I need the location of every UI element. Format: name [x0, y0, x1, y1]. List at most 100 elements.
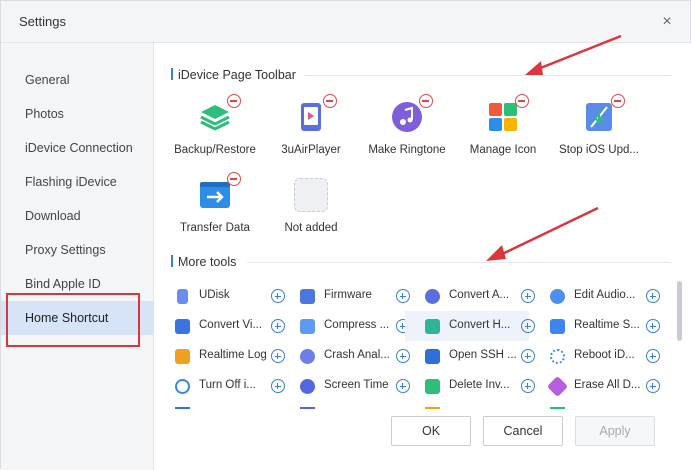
more-tool-label: Realtime Log — [199, 349, 267, 361]
more-tools-row: Turn Off i... Screen Time Delete Inv... … — [155, 371, 691, 401]
sidebar-item-proxy-settings[interactable]: Proxy Settings — [1, 233, 154, 267]
toolbar-section-title: iDevice Page Toolbar — [178, 68, 296, 82]
tool-label: Not added — [284, 222, 338, 234]
tool-make-ringtone[interactable]: Make Ringtone — [361, 94, 453, 170]
more-tool-open-ssh: Open SSH ... — [405, 341, 535, 371]
more-tool-convert-heic: Convert H... — [405, 311, 535, 341]
more-tool-label: Realtime S... — [574, 319, 640, 331]
crash-analysis-icon — [300, 349, 315, 364]
more-tool-turn-off-idevice: Turn Off i... — [155, 371, 285, 401]
terminal-icon — [425, 349, 440, 364]
power-icon — [175, 379, 190, 394]
more-tool-udisk: UDisk — [155, 281, 285, 311]
tool-stop-ios-update[interactable]: Stop iOS Upd... — [553, 94, 645, 170]
more-tool-label: Convert H... — [449, 319, 511, 331]
more-tool-firmware: Firmware — [280, 281, 410, 311]
more-tools-title: More tools — [178, 255, 237, 269]
remove-icon[interactable] — [227, 172, 241, 186]
more-tool-realtime-screen: Realtime S... — [530, 311, 660, 341]
more-tool-crash-analysis: Crash Anal... — [280, 341, 410, 371]
sidebar-item-photos[interactable]: Photos — [1, 97, 154, 131]
scrollbar-thumb[interactable] — [677, 281, 682, 341]
more-tool-label: Erase All D... — [574, 379, 641, 391]
edit-audio-icon — [550, 289, 565, 304]
add-icon[interactable] — [646, 379, 660, 393]
more-tool-label: Open SSH ... — [449, 349, 517, 361]
more-tool-label: Convert Vi... — [199, 319, 263, 331]
annotation-arrow — [486, 206, 599, 261]
more-tool-label: Reboot iD... — [574, 349, 635, 361]
tool-manage-icon[interactable]: Manage Icon — [457, 94, 549, 170]
add-icon[interactable] — [646, 289, 660, 303]
apply-button[interactable]: Apply — [575, 416, 655, 446]
ok-button[interactable]: OK — [391, 416, 471, 446]
toolbar-section-heading: iDevice Page Toolbar — [171, 68, 296, 84]
more-tools-heading: More tools — [171, 255, 236, 271]
settings-window: Settings × General Photos iDevice Connec… — [0, 0, 691, 470]
section-divider — [247, 262, 671, 263]
realtime-screen-icon — [550, 319, 565, 334]
clock-icon — [300, 379, 315, 394]
usb-icon — [177, 289, 188, 304]
tool-label: 3uAirPlayer — [281, 144, 341, 156]
tool-label: Manage Icon — [469, 144, 537, 156]
remove-icon[interactable] — [611, 94, 625, 108]
remove-icon[interactable] — [515, 94, 529, 108]
tablet-play-icon — [301, 103, 321, 131]
more-tool-label: UDisk — [199, 289, 230, 301]
annotation-arrow — [525, 34, 622, 75]
grid-tiles-icon — [489, 103, 517, 131]
remove-icon[interactable] — [227, 94, 241, 108]
tool-transfer-data[interactable]: Transfer Data — [169, 172, 261, 248]
tool-label: Transfer Data — [180, 222, 250, 234]
window-title: Settings — [19, 14, 66, 29]
add-icon[interactable] — [646, 349, 660, 363]
remove-icon[interactable] — [323, 94, 337, 108]
more-tool-label: Compress ... — [324, 319, 390, 331]
more-tool-edit-audio: Edit Audio... — [530, 281, 660, 311]
firmware-icon — [300, 289, 315, 304]
update-block-icon — [586, 103, 612, 131]
layers-icon — [200, 105, 230, 131]
more-tool-delete-invalid: Delete Inv... — [405, 371, 535, 401]
sidebar-item-download[interactable]: Download — [1, 199, 154, 233]
cancel-button[interactable]: Cancel — [483, 416, 563, 446]
more-tool-label: Screen Time — [324, 379, 389, 391]
add-icon[interactable] — [646, 319, 660, 333]
annotation-highlight-box — [6, 293, 140, 347]
video-convert-icon — [175, 319, 190, 334]
audio-wave-icon — [425, 289, 440, 304]
sidebar-item-idevice-connection[interactable]: iDevice Connection — [1, 131, 154, 165]
compress-image-icon — [300, 319, 315, 334]
more-tool-label: Crash Anal... — [324, 349, 390, 361]
music-note-icon — [392, 102, 422, 132]
reboot-spinner-icon — [550, 349, 565, 364]
tool-label: Stop iOS Upd... — [559, 144, 639, 156]
more-tool-label: Firmware — [324, 289, 372, 301]
settings-sidebar: General Photos iDevice Connection Flashi… — [1, 43, 154, 470]
close-icon[interactable]: × — [659, 14, 675, 31]
tool-label: Backup/Restore — [174, 144, 256, 156]
more-tool-label: Delete Inv... — [449, 379, 510, 391]
clipped-icon — [175, 407, 190, 409]
more-tool-realtime-log: Realtime Log — [155, 341, 285, 371]
remove-icon[interactable] — [419, 94, 433, 108]
clipped-icon — [425, 407, 440, 409]
more-tools-row: UDisk Firmware Convert A... Edit Audio..… — [155, 281, 691, 311]
tool-3uairplayer[interactable]: 3uAirPlayer — [265, 94, 357, 170]
more-tool-convert-audio: Convert A... — [405, 281, 535, 311]
tool-label: Make Ringtone — [368, 144, 446, 156]
sidebar-item-flashing-idevice[interactable]: Flashing iDevice — [1, 165, 154, 199]
more-tools-row: Realtime Log Crash Anal... Open SSH ... … — [155, 341, 691, 371]
heic-convert-icon — [425, 319, 440, 334]
more-tool-label: Convert A... — [449, 289, 510, 301]
settings-content: iDevice Page Toolbar Backup/Restore 3uAi… — [155, 43, 691, 470]
more-tools-row-clipped — [155, 401, 691, 409]
clipped-icon — [550, 407, 565, 409]
transfer-arrow-icon — [200, 182, 230, 208]
sidebar-item-general[interactable]: General — [1, 63, 154, 97]
tool-not-added[interactable]: Not added — [265, 178, 357, 248]
more-tool-convert-video: Convert Vi... — [155, 311, 285, 341]
tool-backup-restore[interactable]: Backup/Restore — [169, 94, 261, 170]
more-tool-compress-photo: Compress ... — [280, 311, 410, 341]
